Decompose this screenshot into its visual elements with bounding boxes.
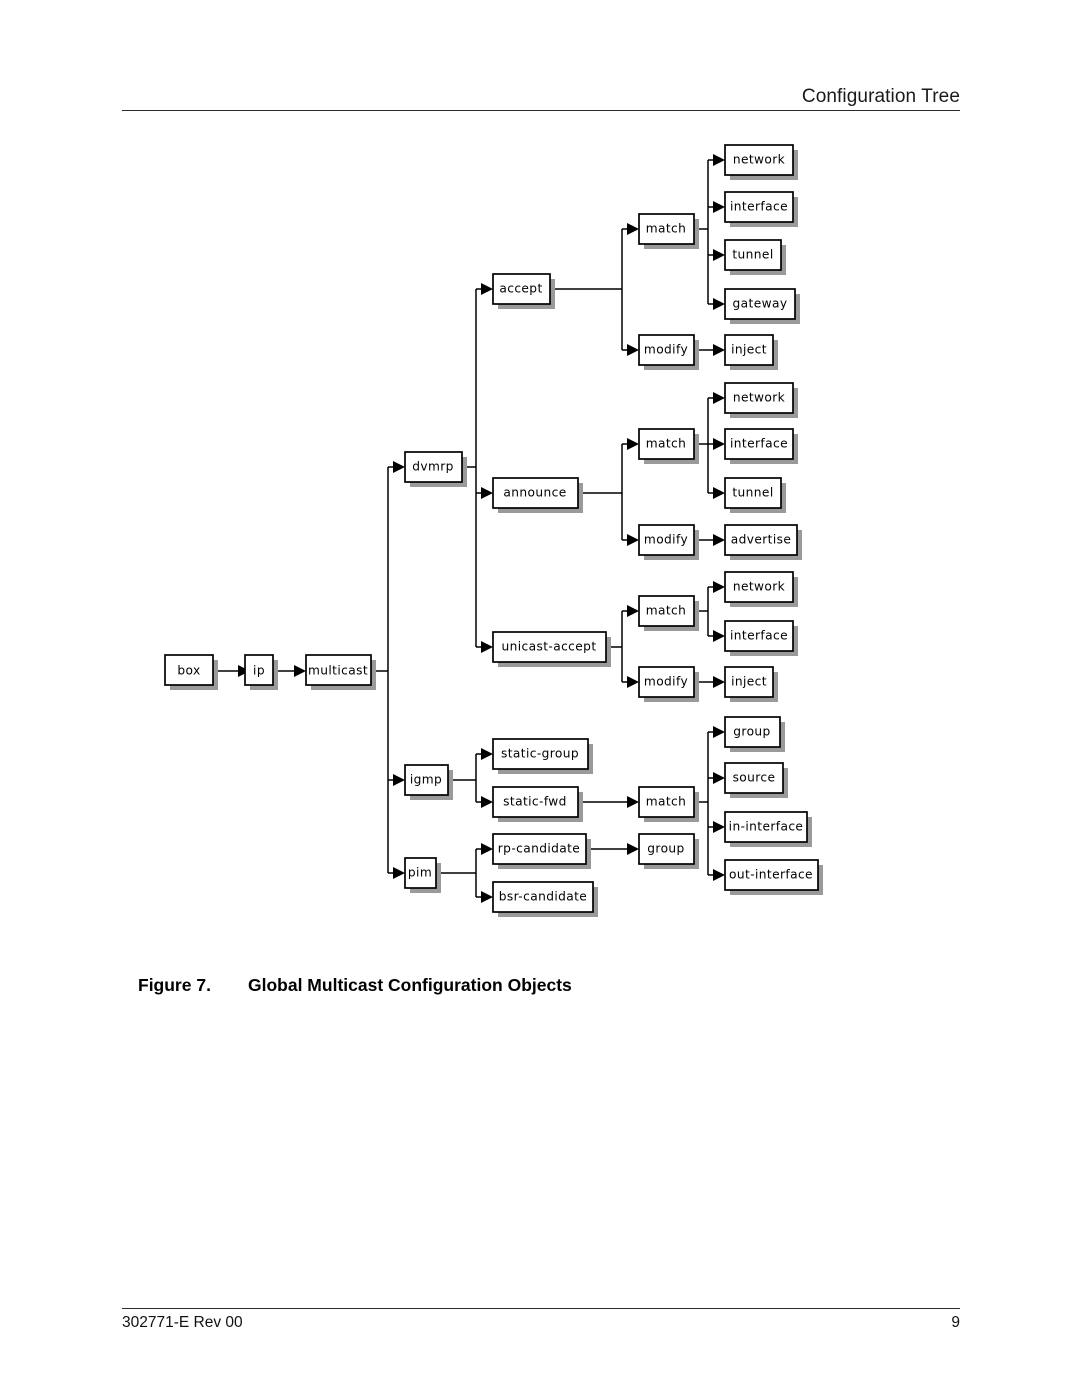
node-label: unicast-accept	[501, 640, 596, 654]
node-fwd-match-group[interactable]: group	[724, 716, 785, 752]
node-label: match	[646, 437, 687, 451]
node-box[interactable]: box	[164, 654, 218, 690]
node-unicast-accept[interactable]: unicast-accept	[492, 631, 611, 667]
node-dvmrp[interactable]: dvmrp	[404, 451, 467, 487]
node-fwd-match-out-interface[interactable]: out-interface	[724, 859, 823, 895]
node-label: interface	[730, 437, 788, 451]
node-label: group	[733, 725, 770, 739]
node-label: source	[733, 771, 776, 785]
node-ua-match-network[interactable]: network	[724, 571, 798, 607]
nodes-layer: box ip multicast dvmrp igmp pim accept a…	[164, 144, 823, 917]
page-number: 9	[951, 1314, 960, 1331]
node-label: modify	[644, 343, 688, 357]
node-label: modify	[644, 675, 688, 689]
node-static-group[interactable]: static-group	[492, 738, 593, 774]
node-announce[interactable]: announce	[492, 477, 583, 513]
node-multicast[interactable]: multicast	[305, 654, 376, 690]
node-accept-match-network[interactable]: network	[724, 144, 798, 180]
node-accept-match-interface[interactable]: interface	[724, 191, 798, 227]
node-accept-modify[interactable]: modify	[638, 334, 699, 370]
footer-rule	[122, 1308, 960, 1309]
node-label: network	[733, 580, 786, 594]
node-label: interface	[730, 629, 788, 643]
node-announce-match-network[interactable]: network	[724, 382, 798, 418]
node-fwd-match[interactable]: match	[638, 786, 699, 822]
node-rp-group[interactable]: group	[638, 833, 699, 869]
node-label: tunnel	[732, 486, 773, 500]
node-ip[interactable]: ip	[244, 654, 278, 690]
document-page: Configuration Tree box ip multicast dvmr…	[0, 0, 1080, 1397]
node-accept[interactable]: accept	[492, 273, 555, 309]
node-announce-match-interface[interactable]: interface	[724, 428, 798, 464]
node-label: bsr-candidate	[499, 890, 587, 904]
node-announce-match[interactable]: match	[638, 428, 699, 464]
node-label: match	[646, 604, 687, 618]
node-label: interface	[730, 200, 788, 214]
node-label: box	[177, 664, 200, 678]
node-label: network	[733, 391, 786, 405]
node-label: network	[733, 153, 786, 167]
node-label: modify	[644, 533, 688, 547]
node-accept-match[interactable]: match	[638, 213, 699, 249]
node-label: dvmrp	[412, 460, 454, 474]
node-label: gateway	[733, 297, 788, 311]
header-rule	[122, 110, 960, 111]
node-label: inject	[731, 675, 767, 689]
node-label: accept	[499, 282, 542, 296]
document-id: 302771-E Rev 00	[122, 1314, 243, 1331]
node-fwd-match-in-interface[interactable]: in-interface	[724, 811, 812, 847]
node-label: multicast	[308, 664, 368, 678]
figure-diagram: box ip multicast dvmrp igmp pim accept a…	[0, 118, 1080, 938]
node-label: pim	[408, 866, 432, 880]
node-label: igmp	[410, 773, 442, 787]
node-label: match	[646, 222, 687, 236]
figure-number: Figure 7.	[138, 975, 211, 995]
node-fwd-match-source[interactable]: source	[724, 762, 788, 798]
node-announce-match-tunnel[interactable]: tunnel	[724, 477, 786, 513]
node-igmp[interactable]: igmp	[404, 764, 453, 800]
node-ua-match-interface[interactable]: interface	[724, 620, 798, 656]
node-static-fwd[interactable]: static-fwd	[492, 786, 583, 822]
node-label: out-interface	[729, 868, 813, 882]
header-title: Configuration Tree	[801, 86, 960, 107]
node-ua-modify-inject[interactable]: inject	[724, 666, 778, 702]
node-ua-match[interactable]: match	[638, 595, 699, 631]
node-accept-modify-inject[interactable]: inject	[724, 334, 778, 370]
node-label: ip	[253, 664, 265, 678]
node-label: inject	[731, 343, 767, 357]
node-label: tunnel	[732, 248, 773, 262]
node-announce-modify-advertise[interactable]: advertise	[724, 524, 802, 560]
page-header: Configuration Tree	[122, 74, 960, 108]
node-accept-match-tunnel[interactable]: tunnel	[724, 239, 786, 275]
node-label: match	[646, 795, 687, 809]
node-pim[interactable]: pim	[404, 857, 441, 893]
node-label: advertise	[731, 533, 792, 547]
node-accept-match-gateway[interactable]: gateway	[724, 288, 800, 324]
node-label: static-group	[501, 747, 579, 761]
node-label: rp-candidate	[498, 842, 580, 856]
node-label: group	[647, 842, 684, 856]
node-label: in-interface	[729, 820, 804, 834]
node-announce-modify[interactable]: modify	[638, 524, 699, 560]
figure-title: Global Multicast Configuration Objects	[248, 975, 572, 995]
node-label: static-fwd	[503, 795, 567, 809]
figure-caption: Figure 7. Global Multicast Configuration…	[138, 975, 898, 996]
node-rp-candidate[interactable]: rp-candidate	[492, 833, 591, 869]
node-ua-modify[interactable]: modify	[638, 666, 699, 702]
node-bsr-candidate[interactable]: bsr-candidate	[492, 881, 598, 917]
node-label: announce	[503, 486, 566, 500]
page-footer: 302771-E Rev 00 9	[122, 1314, 960, 1340]
tree-diagram-svg: box ip multicast dvmrp igmp pim accept a…	[164, 144, 823, 917]
